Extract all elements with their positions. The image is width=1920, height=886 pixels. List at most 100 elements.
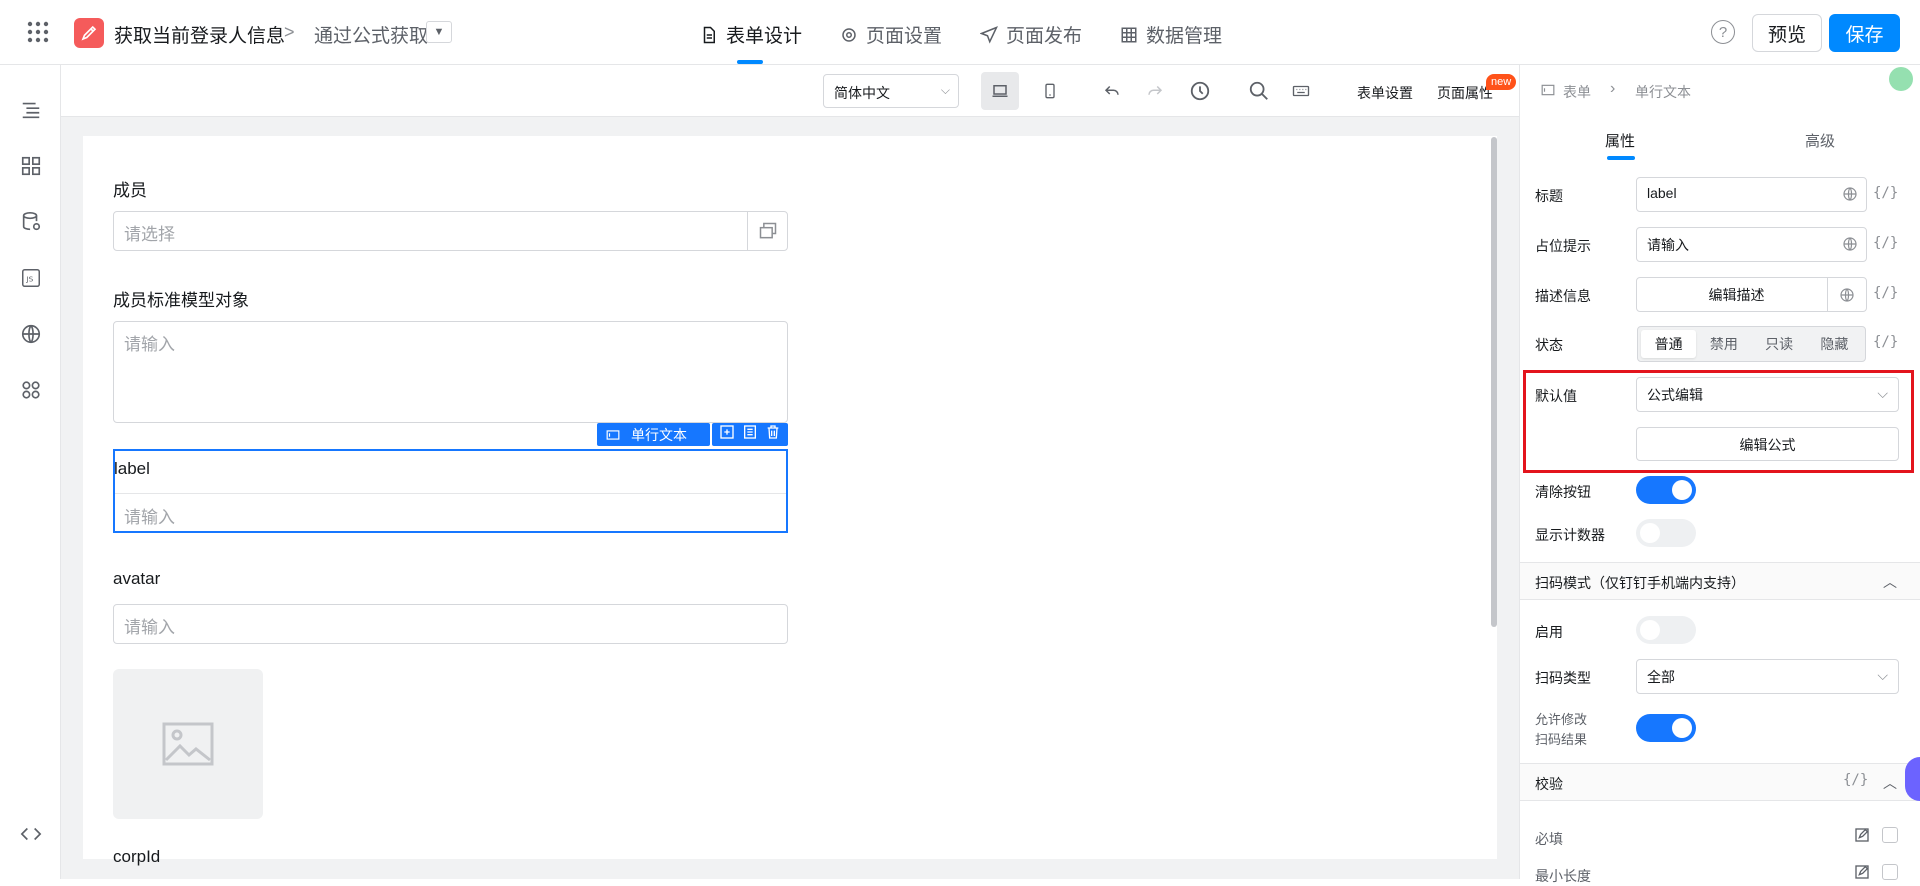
edit-icon[interactable] [1854,864,1870,885]
field-divider [115,493,786,494]
scan-type-value: 全部 [1647,669,1675,685]
prop-label-scan-type: 扫码类型 [1535,670,1591,686]
chevron-up-icon[interactable]: ︿ [1883,572,1897,592]
toggle-knob [1672,718,1692,738]
state-option-disabled[interactable]: 禁用 [1696,330,1751,358]
selected-field-block[interactable] [113,449,788,533]
app-title[interactable]: 获取当前登录人信息 [114,21,285,48]
field-label-avatar: avatar [113,569,161,588]
save-button[interactable]: 保存 [1829,14,1900,52]
gear-icon [842,27,856,42]
toggle-knob [1672,480,1692,500]
search-icon[interactable] [1245,77,1273,105]
tab-label: 表单设计 [726,26,803,47]
state-option-normal[interactable]: 普通 [1641,330,1697,358]
js-code-icon[interactable]: JS [18,265,44,291]
outline-tree-icon[interactable] [18,97,44,123]
help-icon[interactable]: ? [1711,20,1735,44]
prop-label-scan-enable: 启用 [1535,624,1563,640]
tab-page-publish[interactable]: 页面发布 [980,21,1082,48]
form-settings-link[interactable]: 表单设置 [1357,83,1413,103]
panel-breadcrumb-root[interactable]: 表单 [1563,82,1591,102]
breadcrumb-separator: > [284,22,295,42]
svg-text:JS: JS [25,275,33,284]
tab-data-management[interactable]: 数据管理 [1120,21,1222,48]
chevron-down-icon: ⌵ [940,83,950,97]
selected-tag-label: 单行文本 [631,426,687,443]
panel-tab-advanced[interactable]: 高级 [1805,130,1835,151]
globe-icon[interactable] [1842,236,1858,255]
selected-field-placeholder[interactable]: 请输入 [124,503,175,528]
scan-type-select[interactable]: 全部 ⌵ [1636,659,1899,694]
preview-button[interactable]: 预览 [1752,14,1822,52]
history-icon[interactable] [1186,77,1214,105]
counter-toggle[interactable] [1636,519,1696,547]
field-label-member-model: 成员标准模型对象 [113,291,249,310]
breadcrumb-form-icon [1540,83,1556,102]
tab-page-settings[interactable]: 页面设置 [840,21,942,48]
state-option-hidden[interactable]: 隐藏 [1807,330,1862,358]
globe-icon[interactable] [18,321,44,347]
canvas-scrollbar[interactable] [1491,137,1497,627]
prop-label-description: 描述信息 [1535,288,1591,304]
table-icon [1121,27,1137,42]
scan-section-title: 扫码模式（仅钉钉手机端内支持） [1535,575,1745,591]
validation-formula-icon[interactable]: {/} [1843,772,1868,788]
selected-component-tag: 单行文本 [597,423,710,446]
member-model-textarea[interactable]: 请输入 [113,321,788,423]
copy-icon[interactable] [742,424,758,445]
scan-enable-toggle[interactable] [1636,616,1696,644]
allow-modify-toggle[interactable] [1636,714,1696,742]
desktop-view-icon[interactable] [981,72,1019,110]
panel-tab-properties[interactable]: 属性 [1605,130,1635,151]
page-properties-link[interactable]: 页面属性 [1437,83,1493,103]
field-label-selected: label [114,459,150,478]
components-icon[interactable] [18,153,44,179]
tab-form-design[interactable]: 表单设计 [700,21,802,48]
member-select-input[interactable]: 请选择 [113,211,788,251]
language-value: 简体中文 [834,85,890,101]
status-dot [1889,67,1913,91]
image-icon [162,722,214,766]
add-icon[interactable] [719,424,735,445]
send-icon [980,25,998,44]
description-formula-icon[interactable]: {/} [1873,285,1898,301]
mobile-view-icon[interactable] [1036,77,1064,105]
image-placeholder[interactable] [113,669,263,819]
undo-icon[interactable] [1098,77,1126,105]
state-formula-icon[interactable]: {/} [1873,334,1898,350]
title-formula-icon[interactable]: {/} [1873,185,1898,201]
data-source-icon[interactable] [18,209,44,235]
selected-actions [712,423,788,446]
language-select[interactable]: 简体中文 ⌵ [823,74,959,108]
apps-grid-icon[interactable] [26,20,50,44]
prop-label-clear: 清除按钮 [1535,484,1591,500]
title-value: label [1647,185,1677,201]
required-checkbox[interactable] [1882,827,1898,843]
page-title[interactable]: 通过公式获取 [314,21,428,48]
state-option-readonly[interactable]: 只读 [1752,330,1807,358]
left-rail: JS [0,65,61,879]
prop-label-allow-modify-2: 扫码结果 [1535,732,1588,747]
placeholder-input[interactable]: 请输入 [1636,227,1867,262]
assistant-float-button[interactable] [1905,757,1920,801]
delete-icon[interactable] [765,424,781,445]
clear-button-toggle[interactable] [1636,476,1696,504]
toggle-knob [1640,523,1660,543]
code-view-icon[interactable] [18,821,44,847]
placeholder-formula-icon[interactable]: {/} [1873,235,1898,251]
member-picker-icon[interactable] [747,212,787,250]
top-bar: 获取当前登录人信息 > 通过公式获取 ▼ 表单设计 页面设置 页面发布 数据管理… [0,0,1920,65]
keyboard-icon[interactable] [1287,77,1315,105]
title-input[interactable]: label [1636,177,1867,212]
toggle-knob [1640,620,1660,640]
min-length-checkbox[interactable] [1882,864,1898,880]
globe-icon[interactable] [1827,278,1866,311]
chevron-up-icon[interactable]: ︿ [1883,773,1897,793]
plugins-icon[interactable] [18,377,44,403]
edit-icon[interactable] [1854,827,1870,848]
redo-icon[interactable] [1141,77,1169,105]
globe-icon[interactable] [1842,186,1858,205]
caret-down-icon[interactable]: ▼ [426,21,452,43]
avatar-input[interactable]: 请输入 [113,604,788,644]
